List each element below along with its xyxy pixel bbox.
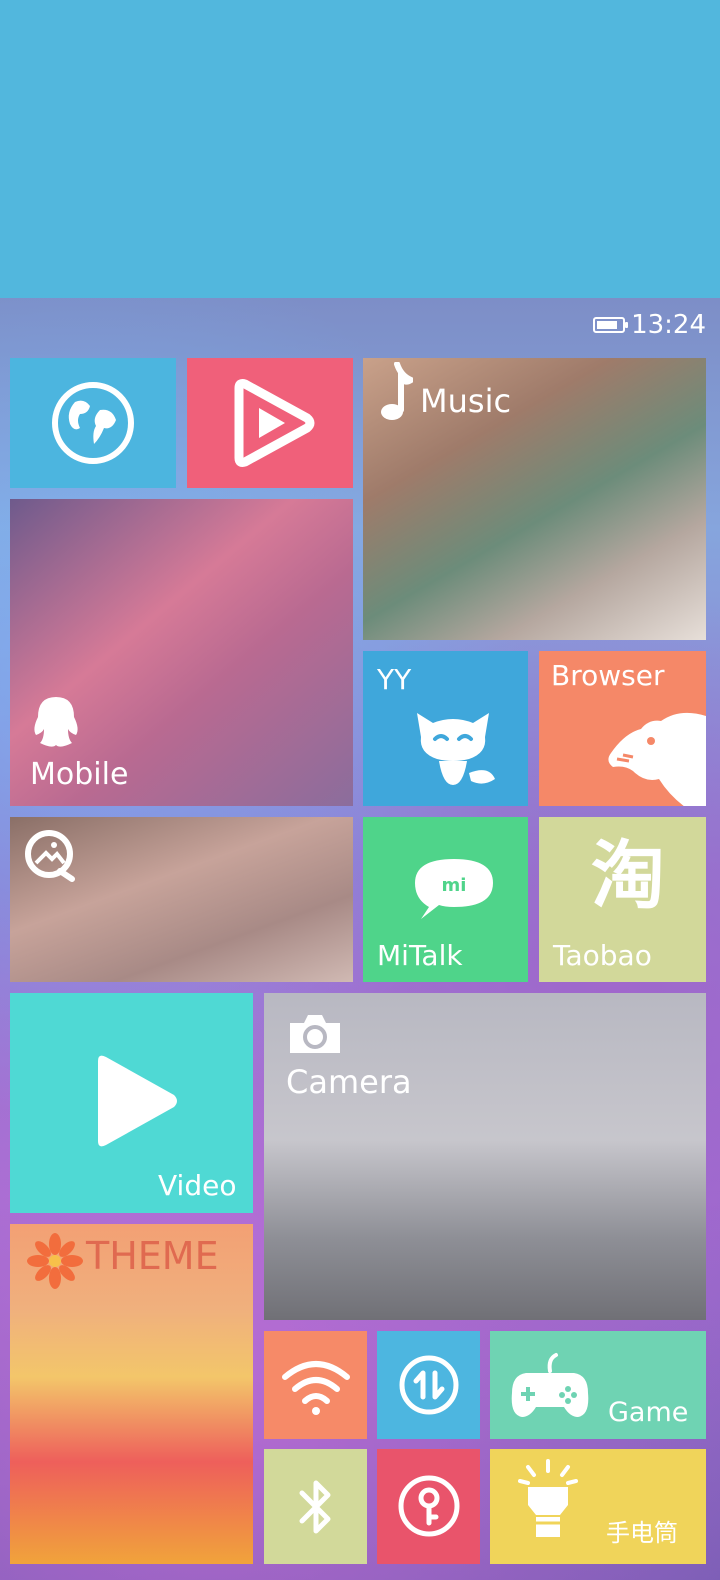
wifi-toggle-tile[interactable] <box>264 1331 367 1439</box>
theme-tile[interactable]: THEME <box>10 1224 253 1564</box>
wifi-icon <box>282 1361 350 1415</box>
browser-label: Browser <box>551 659 665 692</box>
key-lock-icon <box>398 1475 460 1537</box>
play-icon <box>234 379 315 467</box>
status-time: 13:24 <box>631 310 706 340</box>
taobao-tile[interactable]: 淘 Taobao <box>539 817 706 982</box>
mobile-label: Mobile <box>30 757 129 792</box>
game-label: Game <box>608 1397 689 1428</box>
camera-icon <box>290 1015 340 1053</box>
data-sync-toggle-tile[interactable] <box>377 1331 480 1439</box>
gamepad-icon <box>511 1353 589 1417</box>
flower-icon <box>27 1233 83 1289</box>
yy-tile[interactable]: YY <box>363 651 528 806</box>
bluetooth-toggle-tile[interactable] <box>264 1449 367 1564</box>
gallery-icon <box>25 830 75 882</box>
qq-penguin-icon <box>34 697 78 747</box>
yy-label: YY <box>377 663 412 696</box>
browser-tile[interactable]: Browser <box>539 651 706 806</box>
mitalk-label: MiTalk <box>377 939 463 972</box>
camera-tile[interactable]: Camera <box>264 993 706 1320</box>
globe-tile[interactable] <box>10 358 176 488</box>
mitalk-badge: mi <box>442 875 467 896</box>
bear-icon <box>608 712 706 806</box>
taobao-glyph: 淘 <box>591 833 665 919</box>
camera-label: Camera <box>286 1063 412 1101</box>
flashlight-tile[interactable]: 手电筒 <box>490 1449 706 1564</box>
music-note-icon <box>381 362 413 420</box>
top-blank-area <box>0 0 720 298</box>
music-label: Music <box>420 382 512 420</box>
game-tile[interactable]: Game <box>490 1331 706 1439</box>
battery-icon <box>593 317 629 333</box>
chat-bubble-icon: mi <box>415 859 493 919</box>
battery-fill <box>597 321 618 329</box>
yy-mascot-icon <box>417 713 495 785</box>
mobile-qq-tile[interactable]: Mobile <box>10 499 353 806</box>
mitalk-tile[interactable]: mi MiTalk <box>363 817 528 982</box>
video-label: Video <box>158 1169 237 1202</box>
globe-icon <box>52 382 134 464</box>
bluetooth-icon <box>299 1480 331 1534</box>
video-player-tile[interactable] <box>187 358 353 488</box>
flashlight-icon <box>518 1459 578 1537</box>
taobao-label: Taobao <box>553 939 652 972</box>
play-icon <box>98 1055 177 1147</box>
theme-label: THEME <box>86 1234 219 1278</box>
flashlight-label: 手电筒 <box>606 1519 678 1547</box>
home-screen: 13:24 Music Mobile YY Browser mi MiTalk … <box>0 298 720 1580</box>
gallery-tile[interactable] <box>10 817 353 982</box>
screen-lock-tile[interactable] <box>377 1449 480 1564</box>
status-bar: 13:24 <box>593 310 706 340</box>
sync-icon <box>399 1355 459 1415</box>
music-tile[interactable]: Music <box>363 358 706 640</box>
video-tile[interactable]: Video <box>10 993 253 1213</box>
